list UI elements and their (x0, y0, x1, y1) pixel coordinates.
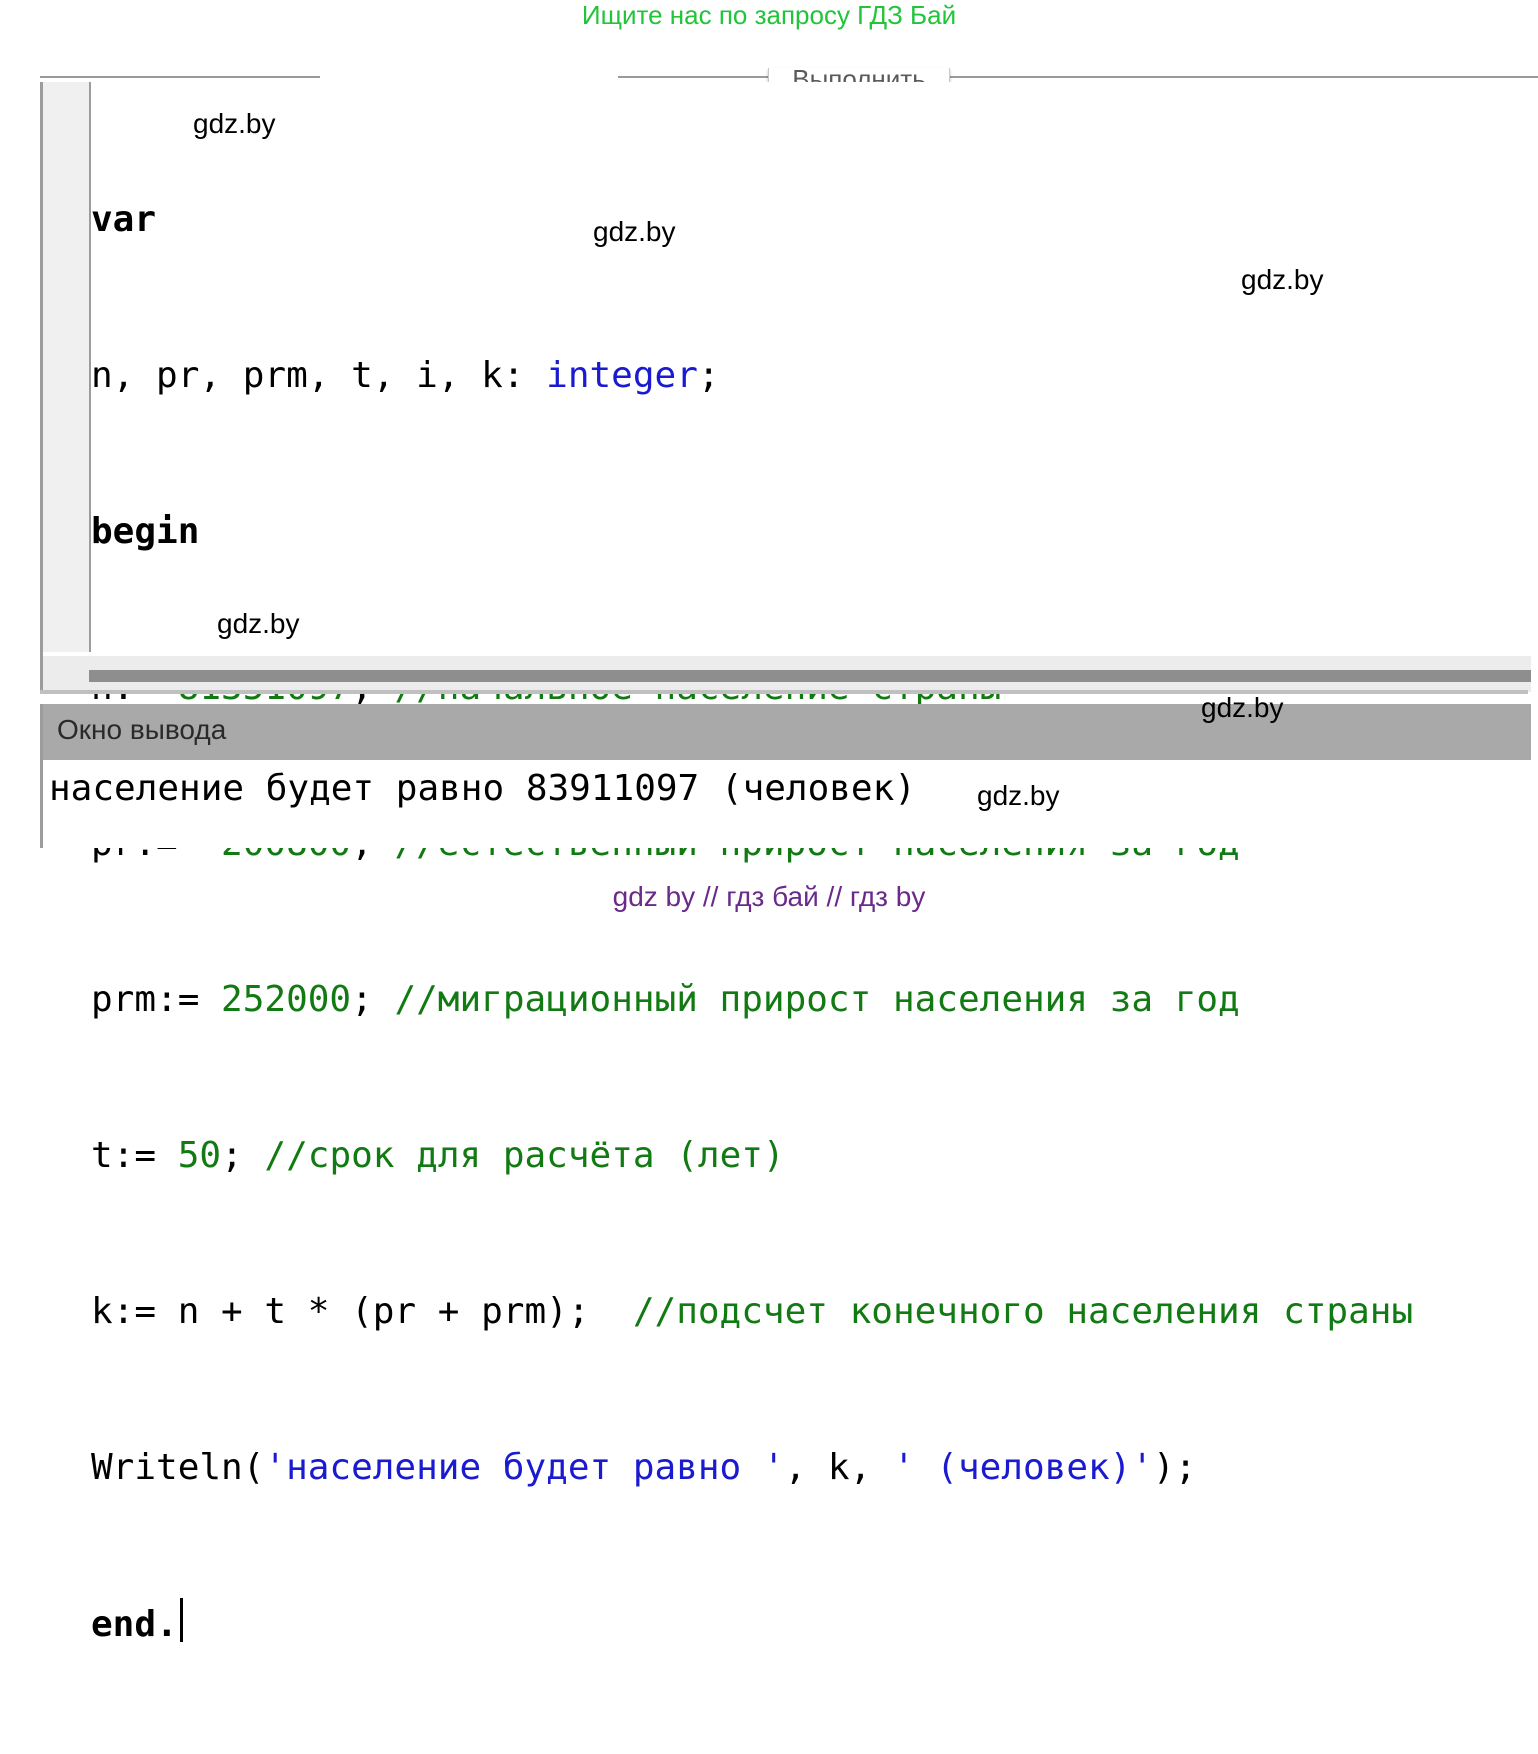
code-segment: ; (697, 355, 720, 396)
scrollbar-thumb[interactable] (89, 670, 1531, 682)
top-banner: Ищите нас по запросу ГДЗ Бай (581, 0, 957, 30)
keyword-begin: begin (91, 511, 200, 552)
type-integer: integer (546, 355, 698, 396)
code-comment: //срок для расчёта (лет) (264, 1135, 785, 1176)
watermark: gdz.by (217, 608, 300, 639)
watermark: gdz.by (193, 108, 276, 139)
code-line: n, pr, prm, t, i, k: integer; (91, 350, 1413, 402)
code-segment: ); (1153, 1447, 1197, 1488)
code-text[interactable]: var n, pr, prm, t, i, k: integer; begin … (91, 90, 1413, 1754)
code-segment: ; (221, 1135, 265, 1176)
number-literal: 50 (177, 1135, 222, 1176)
number-literal: 252000 (221, 979, 352, 1020)
code-line: Writeln('население будет равно ', k, ' (… (91, 1442, 1413, 1494)
toolbar-divider (618, 76, 1538, 78)
code-segment: ; (351, 979, 395, 1020)
text-cursor (179, 1598, 183, 1642)
output-panel-header: Окно вывода (40, 704, 1531, 760)
code-segment: k:= n + t * (pr + prm); (91, 1291, 633, 1332)
code-segment: Writeln( (91, 1447, 265, 1488)
code-line: t:= 50; //срок для расчёта (лет) (91, 1130, 1413, 1182)
code-comment: //миграционный прирост населения за год (394, 979, 1240, 1020)
string-literal: 'население будет равно ' (264, 1447, 785, 1488)
toolbar-divider (40, 76, 320, 78)
code-segment: t:= (91, 1135, 178, 1176)
code-line: var (91, 194, 1413, 246)
code-segment: prm:= (91, 979, 222, 1020)
code-line: end. (91, 1598, 1413, 1650)
output-panel-title: Окно вывода (57, 714, 227, 745)
code-editor[interactable]: var n, pr, prm, t, i, k: integer; begin … (40, 82, 1531, 1645)
watermark: gdz.by (977, 780, 1060, 811)
code-line: prm:= 252000; //миграционный прирост нас… (91, 974, 1413, 1026)
output-panel[interactable]: население будет равно 83911097 (человек) (40, 760, 1531, 848)
code-segment: , k, (784, 1447, 893, 1488)
bottom-banner: gdz by // гдз бай // гдз by (612, 881, 926, 912)
keyword-var: var (91, 199, 157, 240)
watermark: gdz.by (1201, 692, 1284, 723)
output-text: население будет равно 83911097 (человек) (49, 768, 916, 809)
line-gutter (43, 82, 91, 652)
string-literal: ' (человек)' (892, 1447, 1154, 1488)
code-line: begin (91, 506, 1413, 558)
code-segment: n, pr, prm, t, i, k: (91, 355, 547, 396)
watermark: gdz.by (593, 216, 676, 247)
editor-divider (40, 690, 1528, 694)
watermark: gdz.by (1241, 264, 1324, 295)
ide-window: Выполнить var n, pr, prm, t, i, k: integ… (40, 68, 1538, 1645)
code-comment: //подсчет конечного населения страны (632, 1291, 1414, 1332)
horizontal-scrollbar[interactable] (43, 656, 1531, 692)
keyword-end: end. (91, 1604, 178, 1645)
code-line: k:= n + t * (pr + prm); //подсчет конечн… (91, 1286, 1413, 1338)
